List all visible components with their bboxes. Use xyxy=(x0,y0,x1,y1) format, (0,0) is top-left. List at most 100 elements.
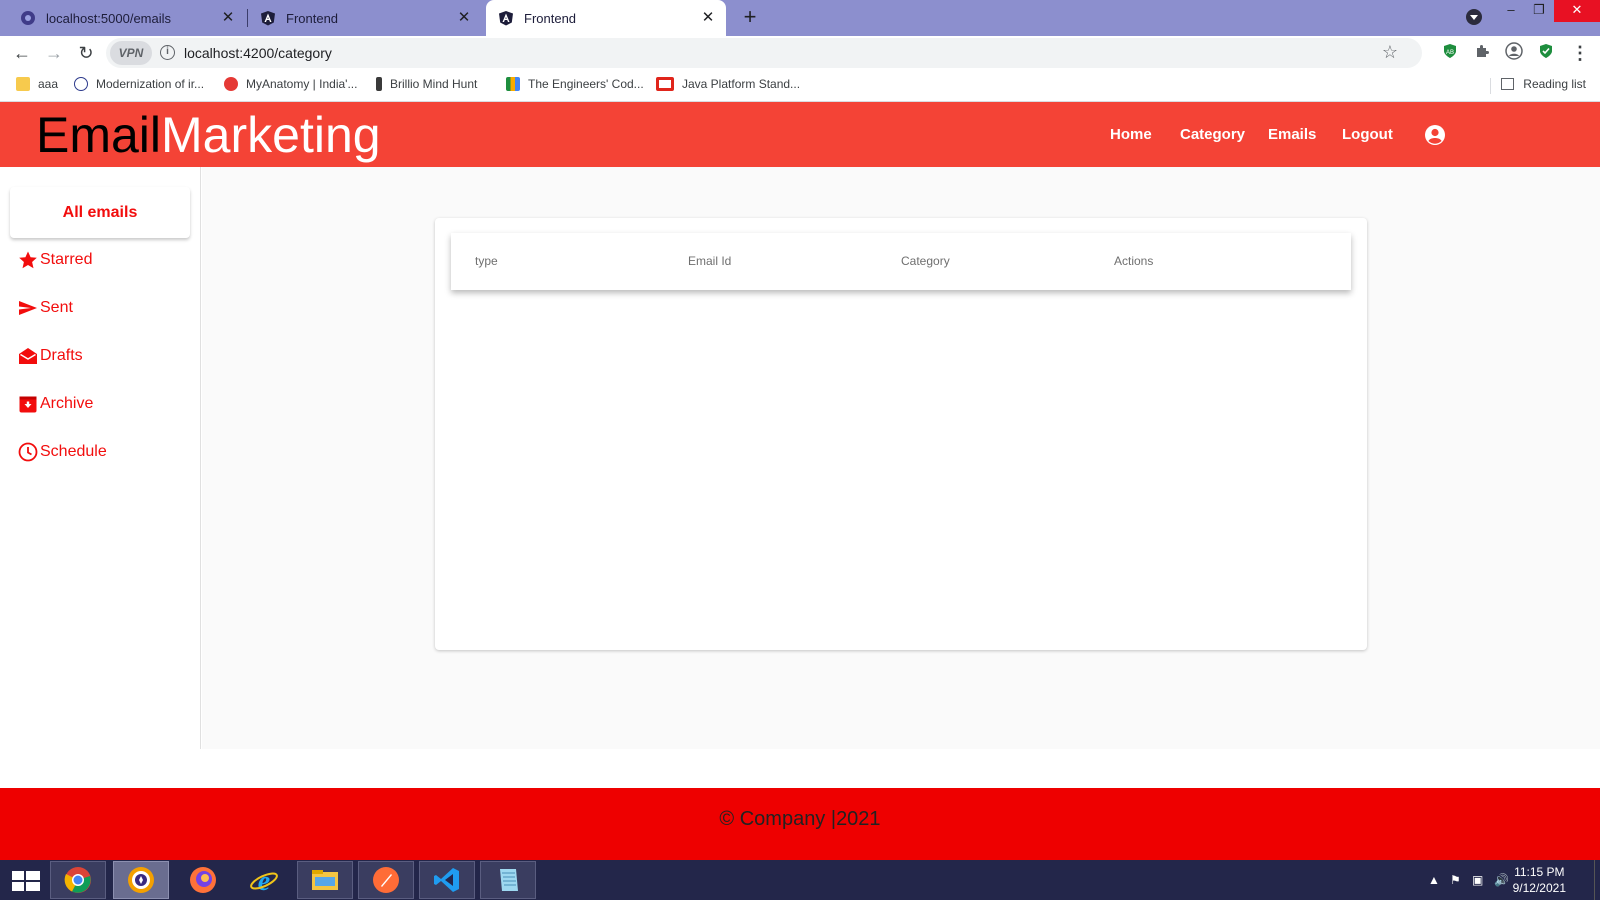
profile-icon[interactable] xyxy=(1504,41,1524,61)
brand-logo[interactable]: EmailMarketing xyxy=(36,106,381,164)
windows-taskbar: e ▲ ⚑ ▣ 🔊 11:15 PM 9/12/2021 xyxy=(0,860,1600,900)
sidebar: All emails Starred Sent Drafts Archive S… xyxy=(0,167,201,749)
taskbar-brave-icon[interactable] xyxy=(113,861,169,899)
svg-text:e: e xyxy=(258,866,270,894)
bookmark-star-icon[interactable]: ☆ xyxy=(1382,42,1398,63)
bookmark-myanatomy[interactable]: MyAnatomy | India'... xyxy=(224,77,357,91)
reload-icon[interactable]: ↻ xyxy=(74,41,98,65)
copyright-text: © Company |2021 xyxy=(719,808,881,830)
shield-extension-icon[interactable] xyxy=(1536,41,1556,61)
taskbar-internet-explorer-icon[interactable]: e xyxy=(236,861,292,899)
taskbar-file-explorer-icon[interactable] xyxy=(297,861,353,899)
bookmark-label: The Engineers' Cod... xyxy=(528,77,644,91)
app-header: EmailMarketing Home Category Emails Logo… xyxy=(0,102,1600,167)
column-header-email-id[interactable]: Email Id xyxy=(688,254,731,268)
address-bar[interactable]: VPN i localhost:4200/category ☆ xyxy=(106,38,1422,68)
nav-home[interactable]: Home xyxy=(1110,126,1152,143)
archive-icon xyxy=(18,394,38,414)
bookmark-modernization[interactable]: Modernization of ir... xyxy=(74,77,204,91)
browser-tab-frontend-active[interactable]: Frontend ✕ xyxy=(486,0,726,36)
sidebar-item-archive[interactable]: Archive xyxy=(18,392,93,416)
close-tab-icon[interactable]: ✕ xyxy=(456,10,472,26)
nav-category[interactable]: Category xyxy=(1180,126,1245,143)
chart-icon xyxy=(506,77,520,91)
svg-text:AB: AB xyxy=(1446,50,1454,56)
tray-overflow-icon[interactable]: ▲ xyxy=(1428,873,1440,887)
clock-time: 11:15 PM xyxy=(1514,865,1565,879)
reading-list-icon xyxy=(1501,78,1515,90)
star-icon xyxy=(18,250,38,270)
windows-start-icon[interactable] xyxy=(12,871,40,891)
folder-icon xyxy=(16,77,30,91)
app-footer: © Company |2021 xyxy=(0,788,1600,860)
bookmark-engineers-code[interactable]: The Engineers' Cod... xyxy=(506,77,644,91)
back-icon[interactable]: ← xyxy=(10,41,34,65)
sidebar-item-label: Archive xyxy=(40,395,94,412)
table-header-row: type Email Id Category Actions xyxy=(451,233,1351,290)
nav-emails[interactable]: Emails xyxy=(1268,126,1316,143)
bookmark-brillio[interactable]: Brillio Mind Hunt xyxy=(376,77,477,91)
minimize-button[interactable]: – xyxy=(1496,0,1526,22)
brand-part-marketing: Marketing xyxy=(161,107,381,163)
sidebar-item-label: Starred xyxy=(40,251,93,268)
taskbar-vscode-icon[interactable] xyxy=(419,861,475,899)
column-header-type[interactable]: type xyxy=(475,254,498,268)
angular-icon xyxy=(498,10,514,26)
taskbar-postman-icon[interactable] xyxy=(358,861,414,899)
reading-list-button[interactable]: Reading list xyxy=(1501,77,1586,91)
site-info-icon[interactable]: i xyxy=(160,45,175,60)
account-circle-icon[interactable] xyxy=(1424,124,1446,146)
sidebar-item-starred[interactable]: Starred xyxy=(18,248,92,272)
tab-title: Frontend xyxy=(286,10,339,26)
sidebar-item-sent[interactable]: Sent xyxy=(18,296,73,320)
sidebar-item-drafts[interactable]: Drafts xyxy=(18,344,83,368)
browser-toolbar: ← → ↻ VPN i localhost:4200/category ☆ AB… xyxy=(0,36,1600,70)
bookmarks-divider xyxy=(1490,78,1491,94)
all-emails-button[interactable]: All emails xyxy=(10,187,190,238)
bookmarks-bar: aaa Modernization of ir... MyAnatomy | I… xyxy=(0,70,1600,102)
url-text[interactable]: localhost:4200/category xyxy=(184,45,332,61)
nav-logout[interactable]: Logout xyxy=(1342,126,1393,143)
extensions-puzzle-icon[interactable] xyxy=(1472,41,1492,61)
site-icon xyxy=(74,77,88,91)
browser-tab-emails[interactable]: localhost:5000/emails ✕ xyxy=(0,0,246,36)
forward-icon[interactable]: → xyxy=(42,41,66,65)
system-clock[interactable]: 11:15 PM 9/12/2021 xyxy=(1513,864,1566,896)
main-content: type Email Id Category Actions xyxy=(202,167,1600,749)
new-tab-button[interactable]: + xyxy=(738,6,762,30)
bookmark-aaa[interactable]: aaa xyxy=(16,77,58,91)
oracle-icon xyxy=(656,77,674,91)
close-tab-icon[interactable]: ✕ xyxy=(220,10,236,26)
show-desktop-button[interactable] xyxy=(1594,860,1600,900)
browser-tab-strip: localhost:5000/emails ✕ Frontend ✕ Front… xyxy=(0,0,1600,36)
category-table-card: type Email Id Category Actions xyxy=(435,218,1367,650)
tab-title: localhost:5000/emails xyxy=(46,10,172,26)
volume-icon[interactable]: 🔊 xyxy=(1494,873,1509,887)
sidebar-item-schedule[interactable]: Schedule xyxy=(18,440,107,464)
angular-icon xyxy=(260,10,276,26)
bookmark-label: Brillio Mind Hunt xyxy=(390,77,478,91)
column-header-category[interactable]: Category xyxy=(901,254,950,268)
window-close-button[interactable]: ✕ xyxy=(1554,0,1600,22)
taskbar-notepad-icon[interactable] xyxy=(480,861,536,899)
sidebar-item-label: Sent xyxy=(40,299,73,316)
restore-button[interactable]: ❐ xyxy=(1524,0,1554,22)
vpn-button[interactable]: VPN xyxy=(110,41,152,65)
bookmark-java-platform[interactable]: Java Platform Stand... xyxy=(656,77,800,91)
taskbar-chrome-icon[interactable] xyxy=(50,861,106,899)
taskbar-firefox-icon[interactable] xyxy=(175,861,231,899)
sidebar-item-label: Drafts xyxy=(40,347,83,364)
adblock-extension-icon[interactable]: AB xyxy=(1440,41,1460,61)
globe-icon xyxy=(20,10,36,26)
myanatomy-icon xyxy=(224,77,238,91)
bookmark-label: Java Platform Stand... xyxy=(682,77,801,91)
reading-list-label: Reading list xyxy=(1523,77,1586,91)
column-header-actions[interactable]: Actions xyxy=(1114,254,1153,268)
close-tab-icon[interactable]: ✕ xyxy=(700,10,716,26)
network-icon[interactable]: ▣ xyxy=(1472,873,1483,887)
browser-tab-frontend[interactable]: Frontend ✕ xyxy=(248,0,482,36)
browser-menu-icon[interactable]: ⋮ xyxy=(1568,41,1592,65)
page-spacer xyxy=(0,749,1600,788)
tab-search-icon[interactable] xyxy=(1466,9,1482,25)
action-center-flag-icon[interactable]: ⚑ xyxy=(1450,873,1461,887)
